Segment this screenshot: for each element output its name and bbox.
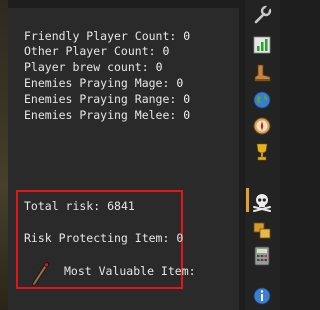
compass-icon[interactable]: [251, 115, 273, 137]
info-icon[interactable]: [251, 285, 273, 307]
player-brew-count: Player brew count: 0: [24, 60, 163, 74]
globe-icon[interactable]: [251, 89, 273, 111]
enemies-praying-melee: Enemies Praying Melee: 0: [24, 108, 191, 122]
app-window: Friendly Player Count: 0 Other Player Co…: [0, 0, 280, 310]
friendly-player-count: Friendly Player Count: 0: [24, 29, 191, 43]
most-valuable-item-label: Most Valuable Item:: [64, 264, 196, 278]
enemies-praying-mage: Enemies Praying Mage: 0: [24, 76, 184, 90]
pvp-tools-panel: Friendly Player Count: 0 Other Player Co…: [8, 8, 239, 310]
enemies-praying-range: Enemies Praying Range: 0: [24, 92, 191, 106]
boot-icon[interactable]: [251, 62, 273, 84]
game-view-edge: [0, 0, 8, 310]
active-tab-indicator: [246, 188, 249, 212]
trophy-icon[interactable]: [251, 141, 273, 163]
other-player-count: Other Player Count: 0: [24, 44, 170, 58]
risk-protecting-item: Risk Protecting Item: 0: [24, 231, 184, 245]
most-valuable-item-icon: [32, 262, 49, 286]
wrench-icon[interactable]: [251, 4, 273, 26]
skull-crossbones-icon[interactable]: [251, 191, 273, 213]
plugin-sidebar: [244, 0, 280, 310]
total-risk: Total risk: 6841: [24, 199, 135, 213]
calculator-icon[interactable]: [251, 245, 273, 267]
chart-icon[interactable]: [251, 34, 273, 56]
swap-icon[interactable]: [251, 219, 273, 241]
